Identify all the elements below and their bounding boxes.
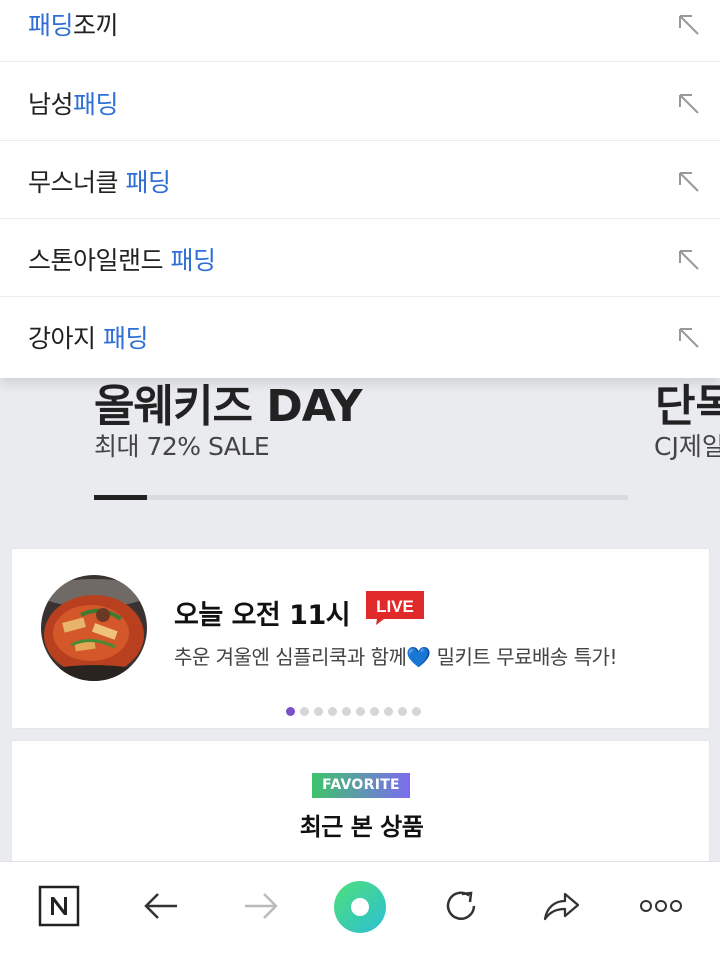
favorite-badge: FAVORITE — [312, 773, 410, 798]
search-suggestions: 패딩조끼 남성패딩 무스너클 패딩 스톤아일랜드 패딩 강아지 패딩 — [0, 0, 720, 378]
arrow-up-left-icon[interactable] — [676, 247, 702, 273]
more-dots-icon — [640, 900, 682, 912]
arrow-right-icon — [245, 893, 278, 919]
suggestion-text: 무스너클 패딩 — [28, 168, 171, 197]
banner-next-subtitle: CJ제일 — [654, 432, 720, 461]
live-badge-icon: LIVE — [366, 591, 424, 625]
suggestion-text: 스톤아일랜드 패딩 — [28, 246, 216, 275]
suggestion-row[interactable]: 스톤아일랜드 패딩 — [0, 219, 720, 297]
naver-home-button[interactable] — [35, 882, 83, 930]
banner-title: 올웨키즈 DAY — [94, 381, 362, 432]
arrow-up-left-icon[interactable] — [676, 12, 702, 38]
arrow-left-icon — [144, 893, 177, 919]
suggestion-row[interactable]: 무스너클 패딩 — [0, 141, 720, 219]
carousel-dot[interactable] — [384, 707, 393, 716]
live-title: 오늘 오전 11시 — [174, 600, 351, 631]
browser-bottom-bar — [0, 861, 720, 957]
favorite-card[interactable]: FAVORITE 최근 본 상품 — [11, 740, 710, 880]
suggestion-row[interactable]: 패딩조끼 — [0, 0, 720, 62]
forward-button[interactable] — [237, 882, 285, 930]
arrow-up-left-icon[interactable] — [676, 325, 702, 351]
carousel-dot[interactable] — [412, 707, 421, 716]
banner-subtitle: 최대 72% SALE — [94, 432, 270, 461]
green-dot-icon — [334, 881, 386, 933]
more-button[interactable] — [637, 882, 685, 930]
carousel-dot[interactable] — [286, 707, 295, 716]
suggestion-text: 패딩조끼 — [28, 11, 119, 40]
banner-progress-fill — [94, 495, 148, 500]
naver-n-icon — [38, 885, 80, 927]
carousel-dot[interactable] — [356, 707, 365, 716]
suggestion-row[interactable]: 남성패딩 — [0, 63, 720, 141]
carousel-dot[interactable] — [314, 707, 323, 716]
food-thumbnail — [41, 575, 147, 681]
carousel-dot[interactable] — [398, 707, 407, 716]
carousel-dot[interactable] — [300, 707, 309, 716]
suggestion-row[interactable]: 강아지 패딩 — [0, 297, 720, 375]
suggestion-text: 강아지 패딩 — [28, 324, 148, 353]
arrow-up-left-icon[interactable] — [676, 169, 702, 195]
refresh-button[interactable] — [437, 882, 485, 930]
favorite-title: 최근 본 상품 — [299, 813, 424, 841]
carousel-dot[interactable] — [342, 707, 351, 716]
carousel-dot[interactable] — [370, 707, 379, 716]
back-button[interactable] — [137, 882, 185, 930]
live-description: 추운 겨울엔 심플리쿡과 함께💙 밀키트 무료배송 특가! — [174, 645, 617, 669]
banner-progress-track — [94, 495, 628, 500]
carousel-dots[interactable] — [286, 707, 421, 716]
carousel-dot[interactable] — [328, 707, 337, 716]
refresh-icon — [446, 891, 476, 920]
banner-next-title: 단독 — [655, 381, 720, 432]
share-button[interactable] — [537, 882, 585, 930]
arrow-up-left-icon[interactable] — [676, 91, 702, 117]
green-dot-button[interactable] — [333, 880, 387, 934]
share-arrow-icon — [543, 892, 580, 921]
svg-text:LIVE: LIVE — [376, 597, 414, 616]
live-shopping-card[interactable]: 오늘 오전 11시 LIVE 추운 겨울엔 심플리쿡과 함께💙 밀키트 무료배송… — [11, 548, 710, 729]
suggestion-text: 남성패딩 — [28, 90, 119, 119]
